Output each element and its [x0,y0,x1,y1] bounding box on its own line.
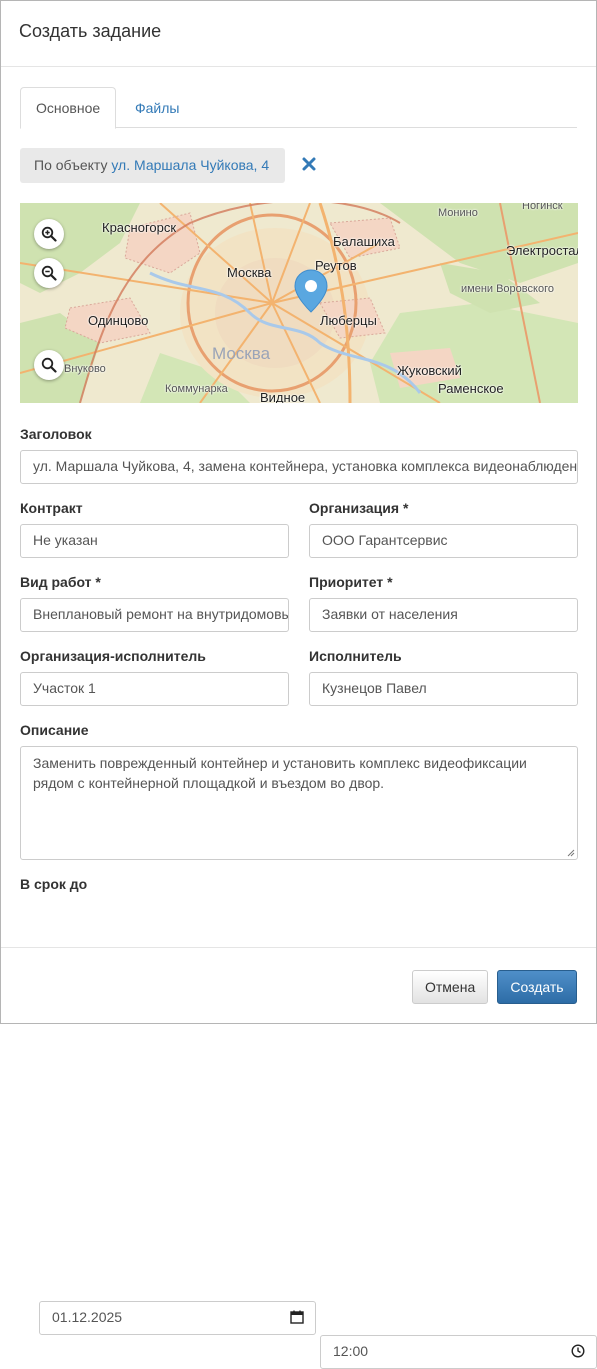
map-label-vnukovo: Внуково [64,363,106,375]
object-filter-row: По объекту ул. Маршала Чуйкова, 4 [20,148,577,183]
priority-group: Приоритет * Заявки от населения [309,574,578,632]
map-label-moskva: Москва [227,265,272,280]
remove-object-icon[interactable] [301,156,317,172]
zoom-out-button[interactable] [34,258,64,288]
work-type-label: Вид работ * [20,574,101,590]
work-type-group: Вид работ * Внеплановый ремонт на внутри… [20,574,289,632]
description-textarea[interactable]: Заменить поврежденный контейнер и устано… [20,746,578,860]
organization-label: Организация * [309,500,409,516]
map-label-monino: Монино [438,207,478,219]
organization-select[interactable]: ООО Гарантсервис [309,524,578,558]
map-marker-icon[interactable] [294,269,328,316]
description-text: Заменить поврежденный контейнер и устано… [33,755,527,791]
zoom-in-icon [41,226,57,242]
object-chip: По объекту ул. Маршала Чуйкова, 4 [20,148,285,183]
executor-select[interactable]: Кузнецов Павел [309,672,578,706]
contract-group: Контракт Не указан [20,500,289,558]
priority-label: Приоритет * [309,574,393,590]
map-search-button[interactable] [34,350,64,380]
map-label-vidnoe: Видное [260,390,306,403]
deadline-label: В срок до [20,876,88,892]
map-label-ramenskoe: Раменское [438,381,504,396]
tab-files[interactable]: Файлы [119,87,195,129]
contract-select[interactable]: Не указан [20,524,289,558]
title-label: Заголовок [20,426,92,442]
executor-org-label: Организация-исполнитель [20,648,206,664]
resize-grip-icon[interactable] [567,849,575,857]
map-label-balashikha: Балашиха [333,234,395,249]
object-address-link[interactable]: ул. Маршала Чуйкова, 4 [111,157,269,173]
deadline-time-value: 12:00 [320,1335,597,1369]
map-label-odintsovo: Одинцово [88,313,149,328]
contract-label: Контракт [20,500,83,516]
title-group: Заголовок ул. Маршала Чуйкова, 4, замена… [20,426,578,484]
dialog-body: Основное Файлы По объекту ул. Маршала Чу… [1,87,597,1369]
tab-bar: Основное Файлы [20,87,577,129]
zoom-out-icon [41,265,57,281]
zoom-in-button[interactable] [34,219,64,249]
map-label-vorovskogo: имени Воровского [461,283,554,295]
executor-label: Исполнитель [309,648,402,664]
deadline-date-value: 01.12.2025 [39,1301,316,1335]
organization-group: Организация * ООО Гарантсервис [309,500,578,558]
deadline-time-input[interactable]: 12:00 [320,1335,597,1369]
priority-select[interactable]: Заявки от населения [309,598,578,632]
create-button[interactable]: Создать [497,970,577,1004]
tab-main[interactable]: Основное [20,87,116,129]
work-type-select[interactable]: Внеплановый ремонт на внутридомовых [20,598,289,632]
cancel-button[interactable]: Отмена [412,970,488,1004]
map-view[interactable]: Красногорск Балашиха Москва Реутов Одинц… [20,203,578,403]
title-input[interactable]: ул. Маршала Чуйкова, 4, замена контейнер… [20,450,578,484]
dialog-footer: Отмена Создать [1,947,596,1024]
map-label-krasnogorsk: Красногорск [102,220,177,235]
map-label-moskva-big: Москва [212,344,271,363]
map-label-elektrostal: Электросталь [506,243,578,258]
object-prefix: По объекту [34,157,108,173]
dialog-title: Создать задание [19,21,162,41]
create-task-dialog: Создать задание Основное Файлы По объект… [0,0,597,1369]
executor-group: Исполнитель Кузнецов Павел [309,648,578,706]
clock-icon[interactable] [571,1344,585,1358]
map-label-lyubertsy: Люберцы [320,313,377,328]
map-label-zhukovsky: Жуковский [397,363,462,378]
map-label-kommunarka: Коммунарка [165,383,228,395]
dialog-header: Создать задание [1,1,596,67]
deadline-group: В срок до [20,876,578,892]
description-group: Описание Заменить поврежденный контейнер… [20,722,578,860]
executor-org-select[interactable]: Участок 1 [20,672,289,706]
calendar-icon[interactable] [290,1310,304,1324]
map-label-noginsk: Ногинск [522,203,563,212]
search-icon [41,357,57,373]
deadline-date-input[interactable]: 01.12.2025 [39,1301,316,1335]
executor-org-group: Организация-исполнитель Участок 1 [20,648,289,706]
description-label: Описание [20,722,89,738]
